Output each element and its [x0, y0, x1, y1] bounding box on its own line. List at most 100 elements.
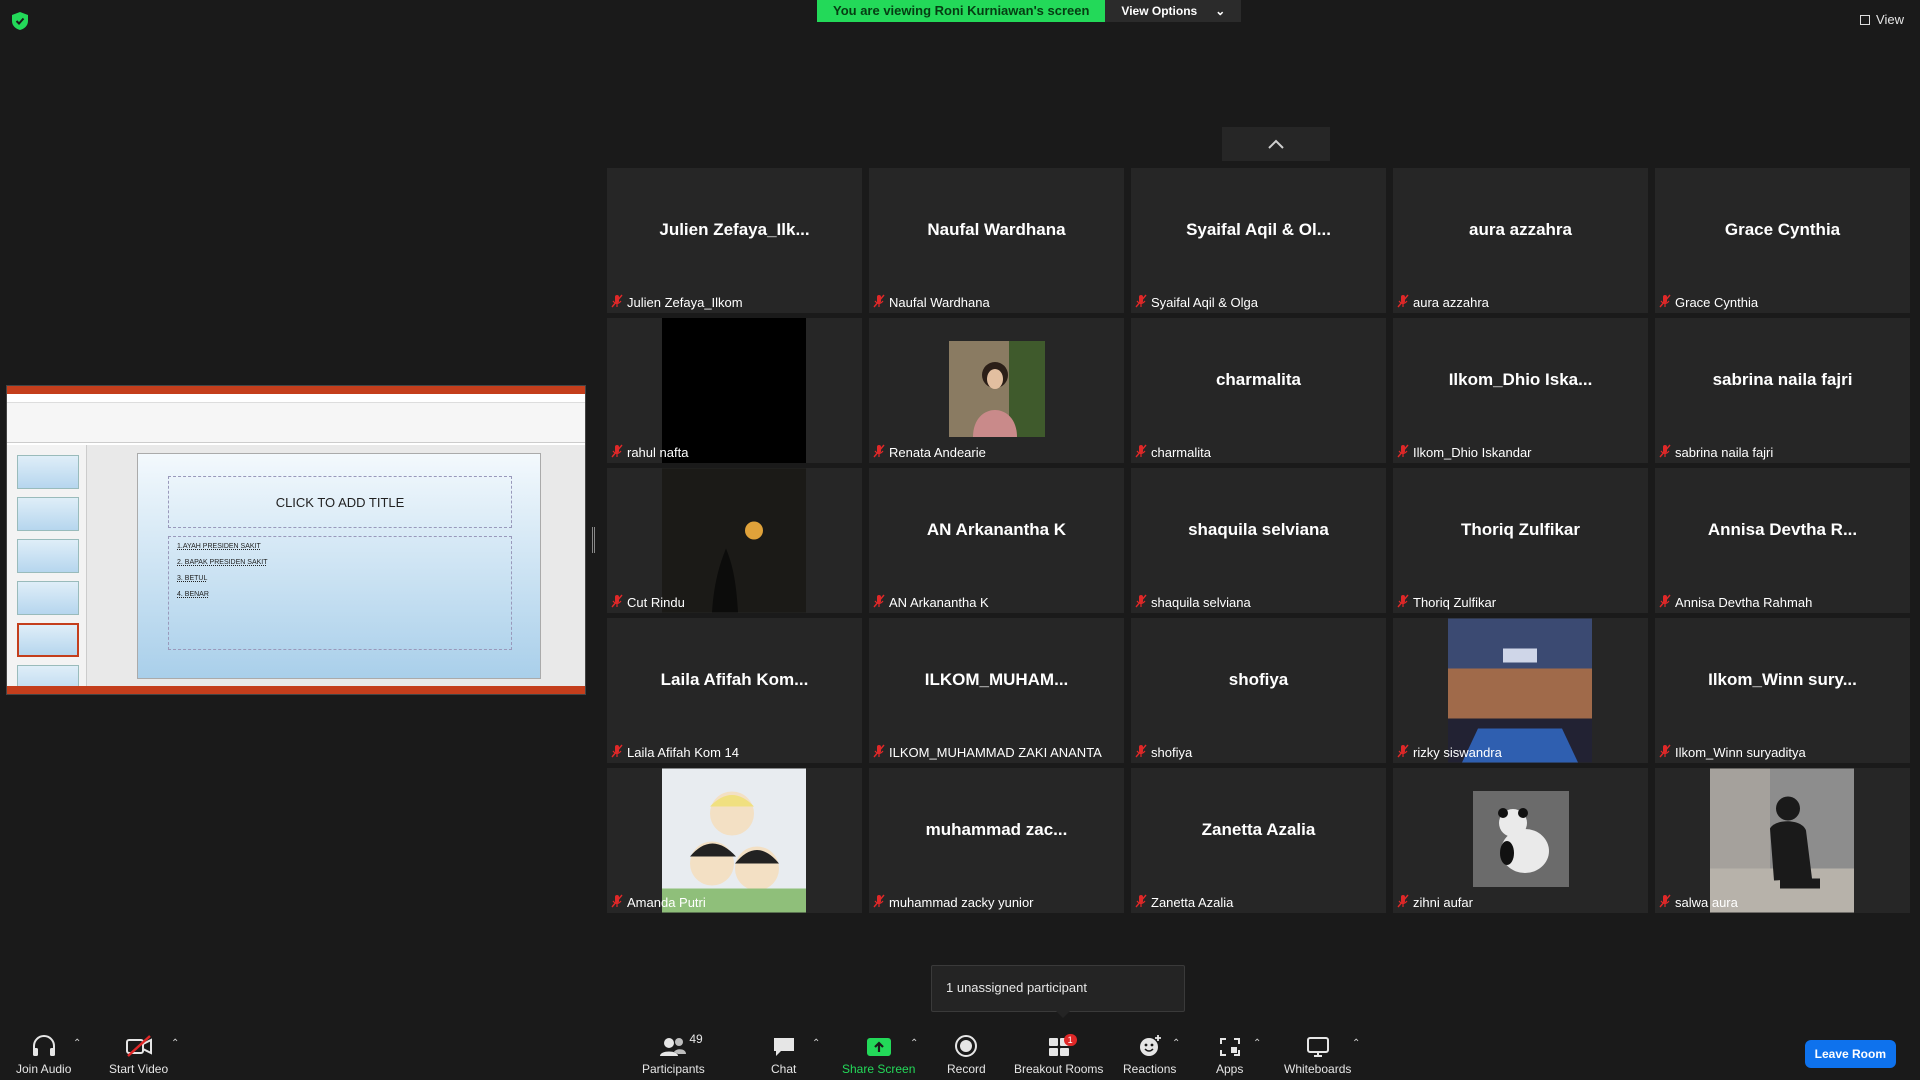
zoom-meeting-window: You are viewing Roni Kurniawan's screen …	[0, 0, 1920, 1080]
participant-tile[interactable]: Laila Afifah Kom... Laila Afifah Kom 14	[607, 618, 862, 763]
participants-button[interactable]: 49 Participants	[642, 1032, 705, 1076]
participant-tile[interactable]: ILKOM_MUHAM... ILKOM_MUHAMMAD ZAKI ANANTA	[869, 618, 1124, 763]
whiteboards-options-caret-icon[interactable]: ⌃	[1352, 1038, 1360, 1049]
gallery-page-up-button[interactable]	[1222, 127, 1330, 161]
reactions-icon	[1139, 1035, 1161, 1056]
participant-tile[interactable]: Zanetta Azalia Zanetta Azalia	[1131, 768, 1386, 913]
participant-name: Cut Rindu	[627, 595, 685, 610]
participant-tile[interactable]: shofiya shofiya	[1131, 618, 1386, 763]
participant-name: salwa aura	[1675, 895, 1738, 910]
leave-room-button[interactable]: Leave Room	[1804, 1040, 1896, 1068]
participant-tile[interactable]: zihni aufar	[1393, 768, 1648, 913]
muted-mic-icon	[873, 594, 885, 611]
participant-name: shaquila selviana	[1151, 595, 1251, 610]
muted-mic-icon	[873, 294, 885, 311]
chat-label: Chat	[771, 1062, 797, 1076]
share-options-caret-icon[interactable]: ⌃	[910, 1038, 918, 1049]
breakout-rooms-button[interactable]: 1 Breakout Rooms	[1014, 1032, 1103, 1076]
participant-name: ILKOM_MUHAMMAD ZAKI ANANTA	[889, 745, 1102, 760]
participant-video-photo-woman	[949, 341, 1045, 437]
participant-tile[interactable]: Renata Andearie	[869, 318, 1124, 463]
participant-name: Ilkom_Winn suryaditya	[1675, 745, 1806, 760]
slide-thumbnail	[17, 455, 79, 489]
security-shield-icon[interactable]	[12, 12, 28, 30]
muted-mic-icon	[1659, 894, 1671, 911]
participant-tile[interactable]: salwa aura	[1655, 768, 1910, 913]
participant-tile[interactable]: Ilkom_Dhio Iska... Ilkom_Dhio Iskandar	[1393, 318, 1648, 463]
video-options-caret-icon[interactable]: ⌃	[171, 1038, 179, 1049]
view-button[interactable]: View	[1860, 12, 1904, 27]
muted-mic-icon	[873, 444, 885, 461]
join-audio-button[interactable]: Join Audio	[16, 1032, 71, 1076]
audio-options-caret-icon[interactable]: ⌃	[73, 1038, 81, 1049]
muted-mic-icon	[1659, 294, 1671, 311]
participant-display-name: sabrina naila fajri	[1712, 369, 1853, 389]
participant-tile[interactable]: Amanda Putri	[607, 768, 862, 913]
chat-button[interactable]: Chat	[771, 1032, 796, 1076]
participant-name: Laila Afifah Kom 14	[627, 745, 740, 760]
participant-name-label: Amanda Putri	[611, 894, 706, 911]
participant-name-label: zihni aufar	[1397, 894, 1473, 911]
participant-video-arena	[1448, 618, 1592, 763]
participant-name: Amanda Putri	[627, 895, 706, 910]
participant-name-label: ILKOM_MUHAMMAD ZAKI ANANTA	[873, 744, 1102, 761]
participant-display-name: Syaifal Aqil & Ol...	[1186, 219, 1331, 239]
apps-options-caret-icon[interactable]: ⌃	[1253, 1038, 1261, 1049]
record-button[interactable]: Record	[947, 1032, 986, 1076]
participant-display-name: Ilkom_Dhio Iska...	[1448, 369, 1593, 389]
participant-tile[interactable]: sabrina naila fajri sabrina naila fajri	[1655, 318, 1910, 463]
participant-tile[interactable]: Naufal Wardhana Naufal Wardhana	[869, 168, 1124, 313]
participant-name: shofiya	[1151, 745, 1193, 760]
participant-name: muhammad zacky yunior	[889, 895, 1034, 910]
participant-tile[interactable]: Cut Rindu	[607, 468, 862, 613]
muted-mic-icon	[611, 744, 623, 761]
apps-button[interactable]: Apps	[1216, 1032, 1243, 1076]
reactions-options-caret-icon[interactable]: ⌃	[1172, 1038, 1180, 1049]
muted-mic-icon	[1135, 894, 1147, 911]
participant-name-label: shofiya	[1135, 744, 1192, 761]
participant-tile[interactable]: Syaifal Aqil & Ol... Syaifal Aqil & Olga	[1131, 168, 1386, 313]
participant-name: rizky siswandra	[1413, 745, 1502, 760]
participant-tile[interactable]: rizky siswandra	[1393, 618, 1648, 763]
whiteboards-button[interactable]: Whiteboards	[1284, 1032, 1351, 1076]
participant-name-label: rahul nafta	[611, 444, 688, 461]
screen-share-banner: You are viewing Roni Kurniawan's screen …	[817, 0, 1242, 22]
view-options-button[interactable]: View Options ⌄	[1105, 0, 1242, 22]
muted-mic-icon	[1397, 594, 1409, 611]
whiteboards-label: Whiteboards	[1284, 1062, 1352, 1076]
reactions-button[interactable]: Reactions	[1123, 1032, 1176, 1076]
participant-name: sabrina naila fajri	[1675, 445, 1774, 460]
participant-name-label: Ilkom_Dhio Iskandar	[1397, 444, 1532, 461]
whiteboard-icon	[1306, 1037, 1329, 1057]
powerpoint-workspace: CLICK TO ADD TITLE 1.AYAH PRESIDEN SAKIT…	[7, 445, 585, 694]
participant-tile[interactable]: AN Arkanantha K AN Arkanantha K	[869, 468, 1124, 613]
slide-bullet: 4. BENAR	[177, 591, 209, 598]
participant-name: AN Arkanantha K	[889, 595, 989, 610]
headphones-icon	[32, 1035, 55, 1056]
participant-tile[interactable]: Ilkom_Winn sury... Ilkom_Winn suryaditya	[1655, 618, 1910, 763]
participant-tile[interactable]: Annisa Devtha R... Annisa Devtha Rahmah	[1655, 468, 1910, 613]
slide-thumbnail	[17, 581, 79, 615]
panel-resize-handle[interactable]	[592, 527, 595, 553]
participant-name-label: Laila Afifah Kom 14	[611, 744, 739, 761]
participant-tile[interactable]: Grace Cynthia Grace Cynthia	[1655, 168, 1910, 313]
record-icon	[955, 1035, 978, 1057]
participant-tile[interactable]: Thoriq Zulfikar Thoriq Zulfikar	[1393, 468, 1648, 613]
participant-tile[interactable]: charmalita charmalita	[1131, 318, 1386, 463]
shared-screen[interactable]: CLICK TO ADD TITLE 1.AYAH PRESIDEN SAKIT…	[6, 385, 586, 695]
muted-mic-icon	[1659, 744, 1671, 761]
participant-display-name: Naufal Wardhana	[927, 219, 1066, 239]
participant-tile[interactable]: aura azzahra aura azzahra	[1393, 168, 1648, 313]
participant-tile[interactable]: muhammad zac... muhammad zacky yunior	[869, 768, 1124, 913]
participant-tile[interactable]: Julien Zefaya_Ilk... Julien Zefaya_Ilkom	[607, 168, 862, 313]
muted-mic-icon	[1135, 594, 1147, 611]
participant-tile[interactable]: shaquila selviana shaquila selviana	[1131, 468, 1386, 613]
muted-mic-icon	[1397, 294, 1409, 311]
share-screen-button[interactable]: Share Screen	[842, 1032, 915, 1076]
participant-display-name: aura azzahra	[1469, 219, 1572, 239]
chat-options-caret-icon[interactable]: ⌃	[812, 1038, 820, 1049]
start-video-button[interactable]: Start Video	[109, 1032, 168, 1076]
participant-tile[interactable]: rahul nafta	[607, 318, 862, 463]
participant-name-label: Syaifal Aqil & Olga	[1135, 294, 1258, 311]
apps-label: Apps	[1216, 1062, 1244, 1076]
